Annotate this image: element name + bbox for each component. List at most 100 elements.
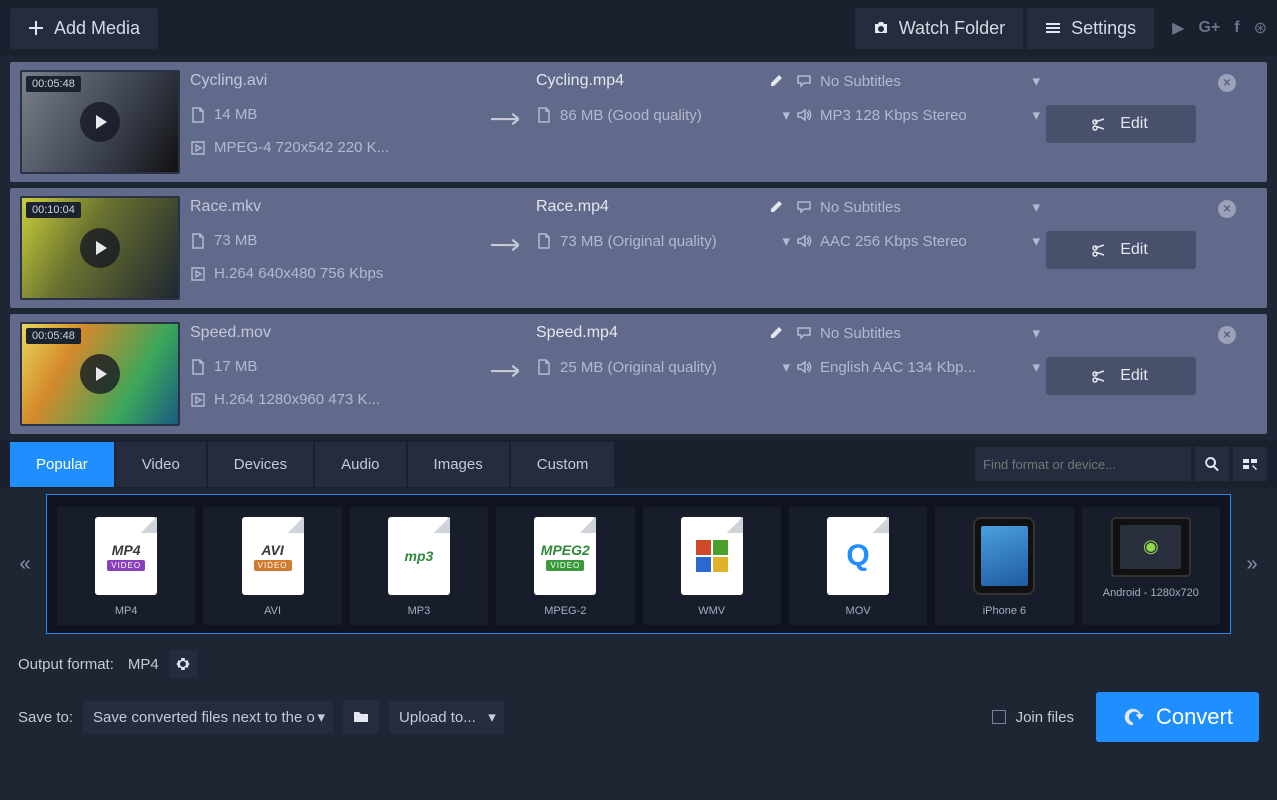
chevron-down-icon: ▾ (782, 358, 790, 376)
facebook-icon[interactable]: f (1234, 19, 1239, 37)
remove-file-button[interactable] (1218, 200, 1236, 218)
pencil-icon[interactable] (768, 73, 784, 89)
play-icon[interactable] (80, 354, 120, 394)
preset-android---1280x720[interactable]: ◉ Android - 1280x720 (1082, 507, 1220, 625)
audio-dropdown[interactable]: MP3 128 Kbps Stereo▾ (796, 106, 1046, 124)
subtitles-value: No Subtitles (820, 325, 901, 342)
preset-wmv[interactable]: WMV (643, 507, 781, 625)
folder-icon (353, 709, 369, 725)
subtitles-dropdown[interactable]: No Subtitles▾ (796, 198, 1046, 216)
remove-file-button[interactable] (1218, 74, 1236, 92)
tab-custom[interactable]: Custom (511, 442, 615, 487)
video-thumbnail[interactable]: 00:10:04 (20, 196, 180, 300)
preset-row: « MP4 VIDEO MP4 AVI VIDEO AVI mp3 MP3 MP… (0, 488, 1277, 640)
tab-video[interactable]: Video (116, 442, 206, 487)
add-media-button[interactable]: Add Media (10, 8, 158, 49)
preset-iphone-6[interactable]: iPhone 6 (935, 507, 1073, 625)
scissors-icon (1090, 242, 1106, 258)
source-codec: MPEG-4 720x542 220 K... (214, 139, 389, 156)
search-button[interactable] (1195, 447, 1229, 481)
preset-mp4[interactable]: MP4 VIDEO MP4 (57, 507, 195, 625)
tab-images[interactable]: Images (408, 442, 509, 487)
edit-button[interactable]: Edit (1046, 357, 1196, 395)
output-size-dropdown[interactable]: 25 MB (Original quality)▾ (536, 358, 796, 376)
edit-button[interactable]: Edit (1046, 105, 1196, 143)
tab-devices[interactable]: Devices (208, 442, 313, 487)
preset-label: Android - 1280x720 (1103, 587, 1199, 599)
output-size-dropdown[interactable]: 73 MB (Original quality)▾ (536, 232, 796, 250)
tab-popular[interactable]: Popular (10, 442, 114, 487)
audio-dropdown[interactable]: AAC 256 Kbps Stereo▾ (796, 232, 1046, 250)
output-filename: Speed.mp4 (536, 324, 618, 342)
pencil-icon[interactable] (768, 325, 784, 341)
file-icon (190, 107, 206, 123)
search-wrapper (975, 447, 1191, 481)
add-media-label: Add Media (54, 18, 140, 39)
preset-mov[interactable]: QMOV (789, 507, 927, 625)
tab-audio[interactable]: Audio (315, 442, 405, 487)
chevron-down-icon: ▾ (1032, 106, 1040, 124)
join-files-checkbox[interactable] (992, 710, 1006, 724)
tablet-icon: ◉ (1111, 517, 1191, 577)
upload-to-dropdown[interactable]: Upload to... ▾ (389, 701, 504, 734)
subtitles-dropdown[interactable]: No Subtitles▾ (796, 324, 1046, 342)
preset-label: WMV (698, 605, 725, 617)
audio-value: English AAC 134 Kbp... (820, 359, 976, 376)
subtitles-dropdown[interactable]: No Subtitles▾ (796, 72, 1046, 90)
file-row[interactable]: 00:05:48 Cycling.avi 14 MB MPEG-4 720x54… (10, 62, 1267, 182)
file-icon (536, 359, 552, 375)
edit-label: Edit (1120, 241, 1148, 259)
group-view-button[interactable] (1233, 447, 1267, 481)
chevron-down-icon: ▾ (1032, 358, 1040, 376)
subtitle-audio-column: No Subtitles▾ AAC 256 Kbps Stereo▾ (796, 196, 1046, 250)
youtube-icon[interactable]: ▶ (1172, 18, 1184, 38)
video-codec-icon (190, 140, 206, 156)
output-size: 73 MB (Original quality) (560, 233, 717, 250)
save-to-label: Save to: (18, 709, 73, 726)
search-icon (1204, 456, 1220, 472)
preset-prev-button[interactable]: « (10, 553, 40, 576)
scissors-icon (1090, 116, 1106, 132)
source-column: Speed.mov 17 MB H.264 1280x960 473 K... (190, 322, 480, 408)
file-row[interactable]: 00:05:48 Speed.mov 17 MB H.264 1280x960 … (10, 314, 1267, 434)
remove-file-button[interactable] (1218, 326, 1236, 344)
format-tabs-row: PopularVideoDevicesAudioImagesCustom (0, 440, 1277, 488)
upload-to-label: Upload to... (399, 709, 476, 726)
preset-label: MPEG-2 (544, 605, 586, 617)
play-icon[interactable] (80, 102, 120, 142)
duration-badge: 00:05:48 (26, 328, 81, 344)
menu-icon (1045, 20, 1061, 36)
file-type-icon (681, 517, 743, 595)
output-size-dropdown[interactable]: 86 MB (Good quality)▾ (536, 106, 796, 124)
preset-avi[interactable]: AVI VIDEO AVI (203, 507, 341, 625)
video-thumbnail[interactable]: 00:05:48 (20, 70, 180, 174)
save-to-dropdown[interactable]: Save converted files next to the o ▾ (83, 701, 333, 734)
preset-next-button[interactable]: » (1237, 553, 1267, 576)
help-icon[interactable]: ⊛ (1254, 18, 1267, 38)
play-icon[interactable] (80, 228, 120, 268)
output-filename: Race.mp4 (536, 198, 609, 216)
convert-button[interactable]: Convert (1096, 692, 1259, 742)
search-input[interactable] (983, 457, 1183, 472)
file-row[interactable]: 00:10:04 Race.mkv 73 MB H.264 640x480 75… (10, 188, 1267, 308)
refresh-icon (1122, 706, 1144, 728)
video-thumbnail[interactable]: 00:05:48 (20, 322, 180, 426)
duration-badge: 00:10:04 (26, 202, 81, 218)
file-list: 00:05:48 Cycling.avi 14 MB MPEG-4 720x54… (0, 56, 1277, 434)
settings-button[interactable]: Settings (1027, 8, 1154, 49)
source-codec: H.264 1280x960 473 K... (214, 391, 380, 408)
output-format-settings-button[interactable] (169, 650, 197, 678)
gear-icon (175, 656, 191, 672)
source-size: 14 MB (214, 106, 257, 123)
google-plus-icon[interactable]: G+ (1198, 19, 1220, 37)
browse-folder-button[interactable] (343, 700, 379, 734)
audio-dropdown[interactable]: English AAC 134 Kbp... ▾ (796, 358, 1046, 376)
watch-folder-button[interactable]: Watch Folder (855, 8, 1023, 49)
pencil-icon[interactable] (768, 199, 784, 215)
arrow-right-icon (491, 236, 525, 259)
file-icon (190, 359, 206, 375)
edit-label: Edit (1120, 115, 1148, 133)
preset-mpeg-2[interactable]: MPEG2 VIDEO MPEG-2 (496, 507, 634, 625)
preset-mp3[interactable]: mp3 MP3 (350, 507, 488, 625)
edit-button[interactable]: Edit (1046, 231, 1196, 269)
